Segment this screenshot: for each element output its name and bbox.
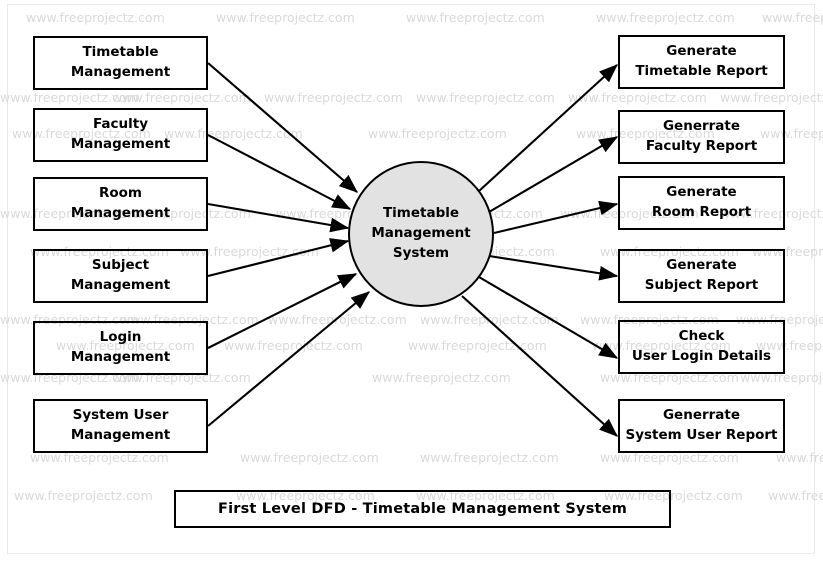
dfd-diagram-canvas: www.freeprojectz.com www.freeprojectz.com… (0, 0, 823, 563)
flow-arrow-process-to-generate-subject-report (488, 254, 619, 281)
watermark-text: www.freeprojectz.com (596, 10, 735, 25)
flow-arrow-subject-management-to-process (207, 238, 350, 278)
entity-label: Room Management (67, 184, 174, 223)
output-entity-check-user-login-details: Check User Login Details (618, 320, 785, 374)
watermark-text: www.freeprojectz.com (768, 488, 823, 503)
flow-arrow-process-to-generrate-system-user-report (461, 295, 618, 437)
entity-label-line1: Generate (666, 43, 737, 60)
input-entity-subject-management: Subject Management (33, 249, 208, 303)
entity-label-line2: Management (70, 205, 171, 221)
watermark-text: www.freeprojectz.com (264, 90, 403, 105)
watermark-text: www.freeprojectz.com (368, 126, 507, 141)
output-entity-generate-room-report: Generate Room Report (618, 176, 785, 230)
entity-label: Generrate Faculty Report (642, 117, 761, 156)
watermark-text: www.freeprojectz.com (762, 10, 823, 25)
process-label: Timetable Management System (371, 204, 470, 264)
watermark-text: www.freeprojectz.com (420, 450, 559, 465)
entity-label: Login Management (67, 328, 174, 367)
watermark-text: www.freeprojectz.com (224, 338, 363, 353)
watermark-text: www.freeprojectz.com (720, 90, 823, 105)
watermark-text: www.freeprojectz.com (14, 488, 153, 503)
flow-arrow-room-management-to-process (207, 202, 350, 233)
entity-label-line2: Management (70, 277, 171, 293)
entity-label-line2: Subject Report (644, 277, 759, 293)
entity-label-line2: Management (70, 64, 171, 80)
entity-label-line2: User Login Details (631, 348, 772, 364)
input-entity-room-management: Room Management (33, 177, 208, 231)
flow-arrow-process-to-generrate-faculty-report (488, 136, 619, 213)
entity-label-line1: Login (99, 329, 142, 346)
flow-arrow-process-to-generate-room-report (493, 200, 619, 235)
entity-label: Generate Room Report (648, 183, 755, 222)
diagram-caption-box: First Level DFD - Timetable Management S… (174, 490, 671, 528)
watermark-text: www.freeprojectz.com (216, 10, 355, 25)
watermark-text: www.freeprojectz.com (240, 450, 379, 465)
entity-label: Generate Subject Report (641, 256, 763, 295)
entity-label-line1: Subject (91, 257, 150, 274)
entity-label-line1: Faculty (92, 116, 149, 133)
entity-label: System User Management (67, 406, 174, 445)
entity-label-line1: Generate (666, 184, 737, 201)
watermark-text: www.freeprojectz.com (420, 312, 559, 327)
output-entity-generate-subject-report: Generate Subject Report (618, 249, 785, 303)
entity-label: Subject Management (67, 256, 174, 295)
entity-label-line1: Timetable (82, 44, 159, 61)
watermark-text: www.freeprojectz.com (406, 10, 545, 25)
watermark-text: www.freeprojectz.com (416, 90, 555, 105)
flow-arrow-faculty-management-to-process (207, 134, 352, 210)
flow-arrow-system-user-management-to-process (207, 291, 370, 427)
entity-label-line2: Faculty Report (645, 138, 758, 154)
output-entity-generrate-faculty-report: Generrate Faculty Report (618, 110, 785, 164)
process-label-line1: Timetable (382, 205, 460, 222)
entity-label-line2: Management (70, 136, 171, 152)
entity-label: Check User Login Details (628, 327, 775, 366)
diagram-caption-text: First Level DFD - Timetable Management S… (217, 501, 628, 517)
watermark-text: www.freeprojectz.com (372, 370, 511, 385)
flow-arrow-login-management-to-process (207, 273, 358, 349)
input-entity-login-management: Login Management (33, 321, 208, 375)
entity-label-line1: Check (678, 328, 725, 345)
output-entity-generate-timetable-report: Generate Timetable Report (618, 35, 785, 89)
watermark-text: www.freeprojectz.com (268, 312, 407, 327)
flow-arrow-process-to-check-user-login-details (478, 276, 619, 359)
watermark-text: www.freeprojectz.com (112, 90, 251, 105)
process-label-line2: Management (371, 225, 471, 242)
entity-label-line2: Timetable Report (635, 63, 768, 79)
input-entity-system-user-management: System User Management (33, 399, 208, 453)
watermark-text: www.freeprojectz.com (568, 90, 707, 105)
entity-label: Generrate System User Report (621, 406, 781, 445)
watermark-text: www.freeprojectz.com (408, 338, 547, 353)
process-label-line3: System (392, 244, 450, 261)
entity-label: Generate Timetable Report (631, 42, 771, 81)
entity-label: Timetable Management (67, 43, 174, 82)
input-entity-faculty-management: Faculty Management (33, 108, 208, 162)
entity-label-line2: Management (70, 349, 171, 365)
entity-label-line1: System User (72, 407, 169, 424)
entity-label-line1: Generate (666, 257, 737, 274)
entity-label: Faculty Management (67, 115, 174, 154)
entity-label-line2: Management (70, 427, 171, 443)
watermark-text: www.freeprojectz.com (26, 10, 165, 25)
input-entity-timetable-management: Timetable Management (33, 36, 208, 90)
entity-label-line1: Generrate (662, 407, 741, 424)
entity-label-line1: Room (98, 185, 142, 202)
entity-label-line2: Room Report (651, 204, 752, 220)
flow-arrow-process-to-generate-timetable-report (478, 64, 618, 192)
watermark-text: www.freeprojectz.com (0, 90, 139, 105)
process-timetable-management-system: Timetable Management System (348, 161, 494, 307)
flow-arrow-timetable-management-to-process (207, 62, 358, 193)
entity-label-line1: Generrate (662, 118, 741, 135)
entity-label-line2: System User Report (625, 427, 778, 443)
output-entity-generrate-system-user-report: Generrate System User Report (618, 399, 785, 453)
